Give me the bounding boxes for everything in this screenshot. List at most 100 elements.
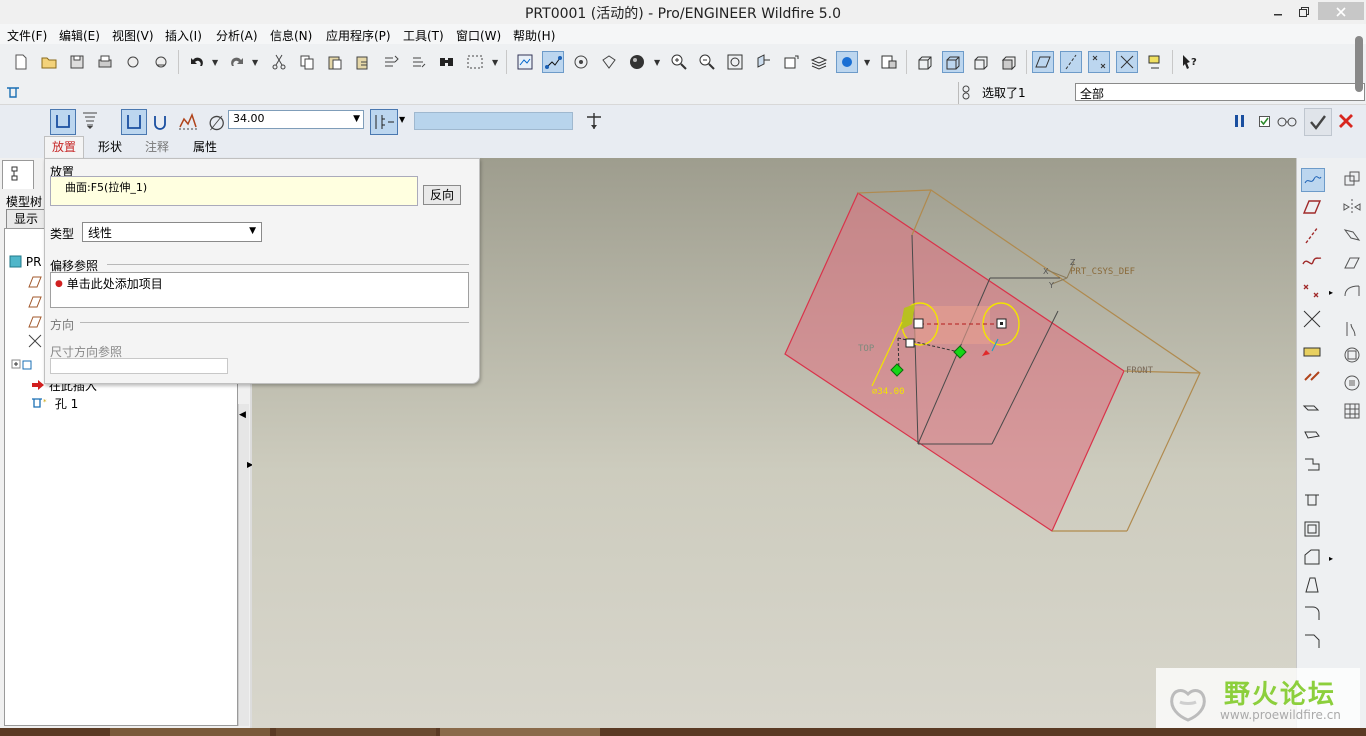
regen-manager-icon[interactable] [408, 51, 430, 73]
tree-csys[interactable] [27, 333, 43, 349]
view-dropdown-icon[interactable]: ▼ [864, 58, 870, 67]
layers-icon[interactable] [808, 51, 830, 73]
view-mode-icon[interactable] [598, 51, 620, 73]
extrude-tool-icon[interactable] [1301, 398, 1323, 420]
sweep-tool-icon[interactable] [1301, 454, 1323, 476]
send-mail-icon[interactable] [122, 51, 144, 73]
revolve-tool-icon[interactable] [1301, 426, 1323, 448]
paste-icon[interactable] [324, 51, 346, 73]
datum-plane-tool-icon[interactable] [1301, 196, 1323, 218]
copy-icon[interactable] [296, 51, 318, 73]
toolbar-more-icon[interactable]: ▸ [1329, 288, 1333, 297]
depth-dropdown-icon[interactable]: ▼ [399, 115, 409, 131]
selection-filter[interactable]: 全部 [1075, 83, 1365, 101]
new-file-icon[interactable] [10, 51, 32, 73]
type-dropdown-icon[interactable]: ▼ [249, 226, 256, 236]
mirror-tool-icon[interactable] [1341, 196, 1363, 218]
select-dropdown-icon[interactable]: ▼ [492, 58, 498, 67]
offset-tool-icon[interactable] [1341, 318, 1363, 340]
sketch-profile-icon[interactable] [176, 109, 202, 135]
chain-tool-icon[interactable] [1301, 364, 1323, 386]
restore-button[interactable] [1290, 2, 1318, 20]
hidden-line-icon[interactable] [942, 51, 964, 73]
draft-tool-icon[interactable] [1301, 574, 1323, 596]
diameter-dropdown-icon[interactable]: ▼ [353, 114, 360, 124]
merge-tool-icon[interactable] [1341, 224, 1363, 246]
tree-scrollbar[interactable] [238, 404, 249, 726]
depth-option-icon[interactable] [370, 109, 398, 135]
offset-references-collector[interactable]: ● 单击此处添加项目 [50, 272, 469, 308]
analysis-tool-icon[interactable] [1301, 338, 1323, 360]
tab-placement[interactable]: 放置 [52, 138, 76, 155]
toolbar-more-icon-2[interactable]: ▸ [1329, 554, 1333, 563]
datum-axes-icon[interactable] [1060, 51, 1082, 73]
menu-applications[interactable]: 应用程序(P) [326, 27, 391, 44]
find-icon[interactable] [436, 51, 458, 73]
regenerate-icon[interactable] [380, 51, 402, 73]
undo-dropdown-icon[interactable]: ▼ [212, 58, 218, 67]
send-link-icon[interactable] [150, 51, 172, 73]
open-file-icon[interactable] [38, 51, 60, 73]
copy-tool-icon[interactable] [1341, 168, 1363, 190]
save-icon[interactable] [66, 51, 88, 73]
standard-hole-icon[interactable] [78, 109, 104, 135]
rectangle-profile-icon[interactable] [121, 109, 147, 135]
verify-glasses-icon[interactable] [1275, 113, 1299, 129]
menu-help[interactable]: 帮助(H) [513, 27, 555, 44]
standard-profile-icon[interactable] [148, 109, 174, 135]
tree-root[interactable]: PR [9, 255, 41, 271]
trim-tool-icon[interactable] [1341, 252, 1363, 274]
datum-planes-icon[interactable] [1032, 51, 1054, 73]
saved-views-icon[interactable] [780, 51, 802, 73]
tree-hole-1[interactable]: * 孔 1 [31, 395, 78, 411]
tab-notes[interactable]: 注释 [145, 138, 169, 155]
tree-datum-plane-2[interactable] [27, 295, 43, 311]
hole-tool-icon[interactable] [1301, 490, 1323, 512]
menu-info[interactable]: 信息(N) [270, 27, 312, 44]
minimize-button[interactable] [1264, 2, 1292, 20]
apply-button[interactable] [1304, 108, 1332, 136]
shading-icon[interactable] [626, 51, 648, 73]
menu-view[interactable]: 视图(V) [112, 27, 154, 44]
round-tool-icon[interactable] [1301, 602, 1323, 624]
select-box-icon[interactable] [464, 51, 486, 73]
collapse-left-icon[interactable]: ◀ [239, 410, 247, 424]
flip-button[interactable]: 反向 [423, 185, 461, 205]
annotation-icon[interactable] [1144, 51, 1166, 73]
wireframe-icon[interactable] [914, 51, 936, 73]
tree-datum-plane-3[interactable] [27, 315, 43, 331]
shaded-icon[interactable] [998, 51, 1020, 73]
cut-icon[interactable] [268, 51, 290, 73]
diameter-input[interactable]: 34.00 ▼ [228, 110, 364, 129]
menu-file[interactable]: 文件(F) [7, 27, 47, 44]
menu-window[interactable]: 窗口(W) [456, 27, 501, 44]
placement-reference-field[interactable]: 曲面:F5(拉伸_1) [50, 176, 418, 206]
csys-tool-icon[interactable] [1301, 308, 1323, 330]
datum-axis-tool-icon[interactable] [1301, 224, 1323, 246]
appearance-icon[interactable] [878, 51, 900, 73]
menu-tools[interactable]: 工具(T) [403, 27, 444, 44]
datum-curve-tool-icon[interactable] [1301, 250, 1323, 272]
preview-checkbox[interactable] [1258, 112, 1272, 130]
tab-properties[interactable]: 属性 [193, 138, 217, 155]
datum-point-tool-icon[interactable] [1301, 280, 1323, 302]
rib-tool-icon[interactable] [1301, 546, 1323, 568]
repaint-icon[interactable] [514, 51, 536, 73]
tree-datum-plane-1[interactable] [27, 275, 43, 291]
chamfer-tool-icon[interactable] [1301, 630, 1323, 652]
csys-icon[interactable] [1116, 51, 1138, 73]
view-manager-icon[interactable] [836, 51, 858, 73]
spin-center-icon[interactable] [542, 51, 564, 73]
sketch-tool-icon[interactable] [1301, 168, 1325, 192]
print-icon[interactable] [94, 51, 116, 73]
pause-icon[interactable] [1232, 112, 1248, 130]
datum-points-icon[interactable] [1088, 51, 1110, 73]
smart-filter-icon[interactable] [958, 84, 974, 102]
menu-analysis[interactable]: 分析(A) [216, 27, 258, 44]
shell-tool-icon[interactable] [1301, 518, 1323, 540]
cancel-button[interactable] [1336, 111, 1356, 131]
depth-value-field[interactable] [414, 112, 573, 130]
redo-icon[interactable] [226, 51, 248, 73]
thicken-tool-icon[interactable] [1341, 344, 1363, 366]
pattern-tool-icon[interactable] [1341, 400, 1363, 422]
